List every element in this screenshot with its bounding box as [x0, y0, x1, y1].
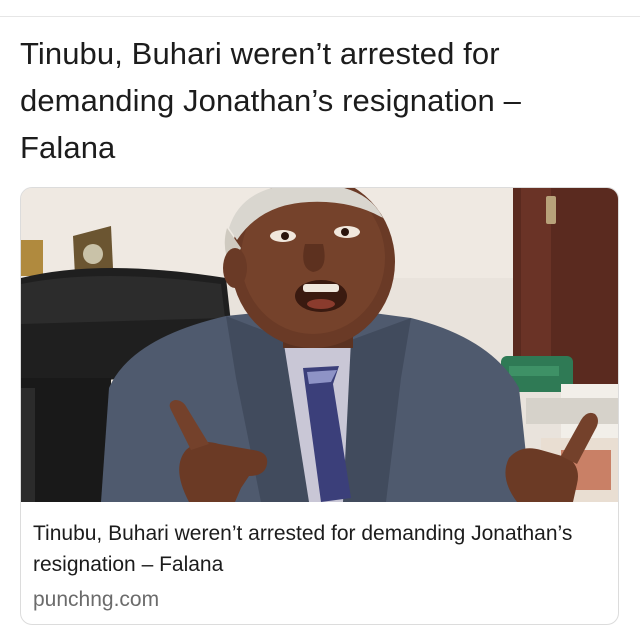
link-preview-title[interactable]: Tinubu, Buhari weren’t arrested for dema…	[33, 518, 603, 580]
link-preview-domain: punchng.com	[33, 588, 160, 611]
link-preview-card[interactable]: Tinubu, Buhari weren’t arrested for dema…	[20, 187, 619, 625]
post-headline: Tinubu, Buhari weren’t arrested for dema…	[20, 36, 521, 165]
top-divider	[0, 16, 640, 17]
link-preview-text[interactable]: Tinubu, Buhari weren’t arrested for dema…	[33, 518, 603, 613]
link-preview-image[interactable]	[21, 188, 618, 502]
post-page: Tinubu, Buhari weren’t arrested for dema…	[0, 0, 640, 640]
